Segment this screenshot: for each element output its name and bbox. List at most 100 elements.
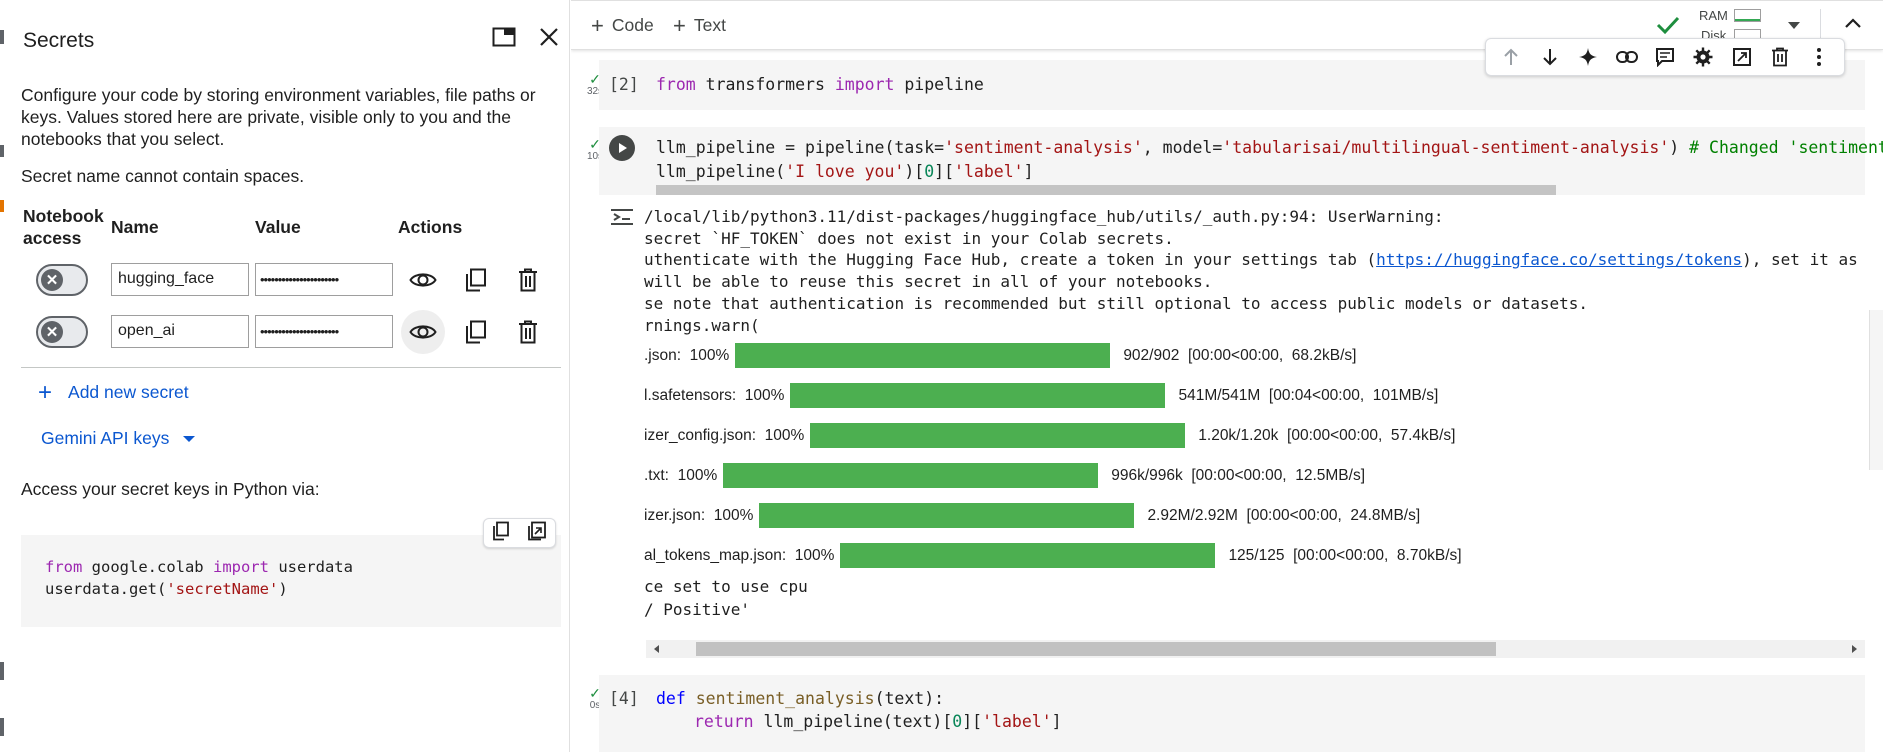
- notebook-access-toggle[interactable]: ✕: [36, 264, 88, 296]
- progress-bar: [790, 383, 1166, 408]
- code-text: ]: [1023, 162, 1034, 181]
- code-text: ]: [1051, 712, 1062, 731]
- secret-value-field[interactable]: ••••••••••••••••••••••: [255, 315, 393, 348]
- delete-icon[interactable]: [506, 310, 550, 354]
- header-notebook-access-line1: Notebook: [23, 206, 104, 226]
- snippet-module: google.colab: [82, 558, 213, 576]
- collapse-header-icon[interactable]: [1844, 16, 1862, 34]
- plus-icon: +: [38, 378, 53, 406]
- move-up-icon[interactable]: [1498, 44, 1524, 70]
- scroll-left-icon[interactable]: [654, 645, 659, 653]
- add-text-label: Text: [693, 15, 726, 35]
- insert-snippet-icon[interactable]: [527, 521, 547, 546]
- ram-usage-bar[interactable]: [1734, 9, 1761, 22]
- progress-stats: 541M/541M [00:04<00:00, 101MB/s]: [1178, 386, 1439, 404]
- link-icon[interactable]: [1614, 44, 1640, 70]
- snippet-keyword: import: [212, 558, 269, 576]
- output-warning-line: secret `HF_TOKEN` does not exist in your…: [644, 229, 1174, 248]
- gemini-sparkle-icon[interactable]: [1575, 44, 1601, 70]
- show-value-eye-icon[interactable]: [401, 258, 445, 302]
- code-text: llm_pipeline(text)[: [753, 712, 953, 731]
- snippet-actions: [483, 518, 556, 548]
- progress-bar: [723, 463, 1099, 488]
- close-icon[interactable]: [534, 22, 564, 52]
- run-cell-button[interactable]: [609, 135, 635, 161]
- code-module: transformers: [695, 75, 835, 94]
- header-name: Name: [111, 217, 159, 237]
- code-comment: # Changed 'sentiment: [1689, 138, 1883, 157]
- progress-row: .txt: 100% 996k/996k [00:00<00:00, 12.5M…: [644, 463, 1365, 488]
- code-line[interactable]: from transformers import pipeline: [656, 75, 984, 94]
- notebook-vertical-scrollbar[interactable]: [1869, 310, 1883, 470]
- snippet-call: userdata.get(: [45, 580, 167, 598]
- progress-label: izer.json: 100%: [644, 506, 754, 524]
- copy-value-icon[interactable]: [454, 258, 498, 302]
- secret-name-field[interactable]: hugging_face: [111, 263, 249, 296]
- output-warning-line: will be able to reuse this secret in all…: [644, 272, 1213, 291]
- runtime-dropdown-icon[interactable]: [1788, 22, 1800, 29]
- code-line[interactable]: def sentiment_analysis(text):: [656, 689, 944, 708]
- comment-icon[interactable]: [1652, 44, 1678, 70]
- output-warning-line: uthenticate with the Hugging Face Hub, c…: [644, 250, 1858, 270]
- progress-stats: 125/125 [00:00<00:00, 8.70kB/s]: [1228, 546, 1462, 564]
- ram-usage-fill: [1735, 19, 1760, 21]
- progress-label: l.safetensors: 100%: [644, 386, 785, 404]
- delete-icon[interactable]: [506, 258, 550, 302]
- notebook-panel: ✓ 32s [2] from transformers import pipel…: [571, 0, 1883, 752]
- add-text-button[interactable]: + Text: [673, 14, 726, 36]
- copy-snippet-icon[interactable]: [492, 521, 510, 546]
- code-line[interactable]: llm_pipeline('I love you')[0]['label']: [656, 162, 1034, 181]
- code-text: )[: [904, 162, 925, 181]
- progress-row: al_tokens_map.json: 100% 125/125 [00:00<…: [644, 543, 1462, 568]
- progress-label: .txt: 100%: [644, 466, 718, 484]
- notebook-access-toggle[interactable]: ✕: [36, 316, 88, 348]
- plus-icon: +: [591, 12, 604, 38]
- output-horizontal-scrollbar[interactable]: [646, 640, 1865, 658]
- add-code-button[interactable]: + Code: [591, 12, 654, 38]
- settings-gear-icon[interactable]: [1690, 44, 1716, 70]
- code-string: 'I love you': [785, 162, 905, 181]
- output-warning-line: rnings.warn(: [644, 316, 760, 335]
- copy-value-icon[interactable]: [454, 310, 498, 354]
- scroll-right-icon[interactable]: [1852, 645, 1857, 653]
- code-function: sentiment_analysis: [685, 689, 875, 708]
- move-down-icon[interactable]: [1537, 44, 1563, 70]
- open-in-tab-icon[interactable]: [489, 22, 519, 52]
- mirror-cell-icon[interactable]: [1729, 44, 1755, 70]
- code-number: 0: [952, 712, 963, 731]
- progress-bar: [810, 423, 1186, 448]
- code-text: ): [1669, 138, 1690, 157]
- hf-tokens-link[interactable]: https://huggingface.co/settings/tokens: [1376, 250, 1742, 269]
- access-label: Access your secret keys in Python via:: [21, 479, 320, 499]
- secret-name-field[interactable]: open_ai: [111, 315, 249, 348]
- secret-row: ✕ hugging_face ••••••••••••••••••••••: [21, 253, 561, 304]
- progress-row: izer_config.json: 100% 1.20k/1.20k [00:0…: [644, 423, 1456, 448]
- code-string: 'tabularisai/multilingual-sentiment-anal…: [1222, 138, 1670, 157]
- code-line[interactable]: return llm_pipeline(text)[0]['label']: [694, 712, 1062, 731]
- gemini-api-keys-dropdown[interactable]: Gemini API keys: [41, 428, 196, 449]
- more-options-icon[interactable]: [1806, 44, 1832, 70]
- delete-cell-icon[interactable]: [1767, 44, 1793, 70]
- output-text: ), set it as: [1742, 250, 1858, 269]
- snippet-keyword: from: [45, 558, 83, 576]
- sidebar-edge-mark: [0, 145, 4, 157]
- caret-down-icon: [183, 435, 196, 442]
- output-device-line: ce set to use cpu: [644, 577, 808, 596]
- show-value-eye-icon[interactable]: [401, 310, 445, 354]
- connected-check-icon[interactable]: [1656, 15, 1680, 40]
- progress-stats: 902/902 [00:00<00:00, 68.2kB/s]: [1123, 346, 1357, 364]
- code-keyword: def: [656, 689, 686, 708]
- secret-value-field[interactable]: ••••••••••••••••••••••: [255, 263, 393, 296]
- code-string: 'label': [982, 712, 1052, 731]
- code-scroll-thumb[interactable]: [656, 185, 1556, 195]
- code-line[interactable]: llm_pipeline = pipeline(task='sentiment-…: [656, 138, 1883, 157]
- output-toggle-icon[interactable]: [609, 206, 635, 228]
- progress-row: .json: 100% 902/902 [00:00<00:00, 68.2kB…: [644, 343, 1356, 368]
- code-string: 'label': [954, 162, 1024, 181]
- output-scroll-thumb[interactable]: [696, 642, 1496, 656]
- exec-count: [4]: [609, 689, 639, 708]
- progress-stats: 1.20k/1.20k [00:00<00:00, 57.4kB/s]: [1198, 426, 1456, 444]
- add-new-secret-button[interactable]: + Add new secret: [38, 378, 189, 406]
- toggle-off-icon: ✕: [41, 321, 63, 343]
- progress-bar: [840, 543, 1216, 568]
